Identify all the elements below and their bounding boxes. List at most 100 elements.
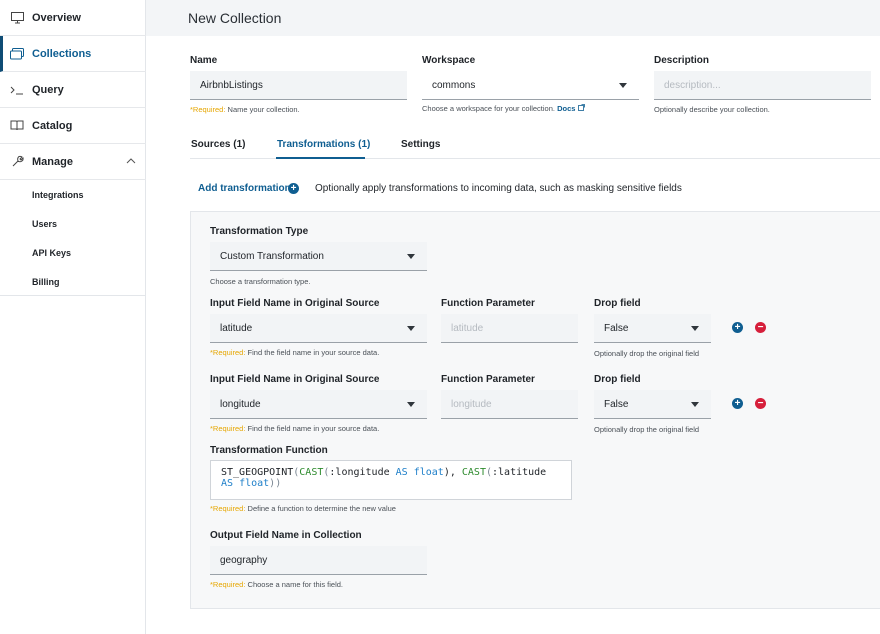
name-input[interactable]: AirbnbListings (190, 71, 407, 100)
code-token: ST_GEOGPOINT (221, 467, 294, 478)
output-field-help: *Required: Choose a name for this field. (210, 580, 343, 589)
remove-field-icon[interactable]: − (755, 322, 766, 333)
description-help: Optionally describe your collection. (654, 105, 770, 114)
description-placeholder: description... (664, 79, 721, 91)
caret-down-icon (691, 326, 699, 331)
caret-down-icon (407, 326, 415, 331)
output-field-input[interactable]: geography (210, 546, 427, 575)
input-field-select[interactable]: latitude (210, 314, 427, 343)
transformation-type-select[interactable]: Custom Transformation (210, 242, 427, 271)
drop-field-help-text: Optionally drop the original field (594, 425, 700, 434)
output-field-label: Output Field Name in Collection (210, 530, 362, 541)
function-parameter-label: Function Parameter (441, 298, 535, 309)
transformation-type-help: Choose a transformation type. (210, 277, 310, 286)
drop-field-select[interactable]: False (594, 314, 711, 343)
sidebar-item-label: Catalog (32, 119, 73, 132)
description-help-text: Optionally describe your collection. (654, 105, 770, 114)
code-token: ), (443, 467, 462, 478)
sidebar: Overview Collections Query Catalog Manag… (0, 0, 146, 634)
active-tab-indicator (276, 157, 365, 159)
input-field-help: *Required: Find the field name in your s… (210, 424, 379, 433)
transformation-function-editor[interactable]: ST_GEOGPOINT(CAST(:longitude AS float), … (210, 460, 572, 500)
sidebar-subitem-users[interactable]: Users (32, 219, 57, 229)
caret-down-icon (691, 402, 699, 407)
add-field-icon[interactable]: + (732, 398, 743, 409)
description-input[interactable]: description... (654, 71, 871, 100)
transformation-type-label: Transformation Type (210, 226, 309, 237)
code-token: :longitude (329, 467, 390, 478)
output-field-value: geography (220, 554, 268, 566)
drop-field-help: Optionally drop the original field (594, 349, 699, 358)
required-marker: *Required: (190, 105, 226, 114)
code-token: :latitude (492, 467, 547, 478)
code-token: )) (269, 478, 282, 489)
transformation-type-value: Custom Transformation (220, 250, 324, 262)
input-field-help: *Required: Find the field name in your s… (210, 348, 379, 357)
manage-submenu: Integrations Users API Keys Billing (0, 180, 146, 296)
workspace-help-text: Choose a workspace for your collection. (422, 104, 555, 113)
code-token: AS (221, 478, 240, 489)
transformation-type-help-text: Choose a transformation type. (210, 277, 311, 286)
add-circle-icon[interactable]: + (288, 183, 299, 194)
required-marker: *Required: (210, 580, 246, 589)
drop-field-help: Optionally drop the original field (594, 425, 699, 434)
function-parameter-value: longitude (451, 398, 492, 410)
input-field-label: Input Field Name in Original Source (210, 298, 380, 309)
transformation-function-help-text: Define a function to determine the new v… (247, 504, 396, 513)
sidebar-item-overview[interactable]: Overview (0, 0, 146, 36)
remove-field-icon[interactable]: − (755, 398, 766, 409)
input-field-select[interactable]: longitude (210, 390, 427, 419)
required-marker: *Required: (210, 504, 246, 513)
collections-icon (10, 47, 24, 61)
drop-field-value: False (604, 322, 629, 334)
add-transformation-link[interactable]: Add transformation (198, 183, 291, 194)
sidebar-item-collections[interactable]: Collections (0, 36, 146, 72)
name-label: Name (190, 55, 218, 66)
transformation-function-help: *Required: Define a function to determin… (210, 504, 396, 513)
code-token: CAST (299, 467, 324, 478)
terminal-icon (10, 83, 24, 97)
tab-transformations[interactable]: Transformations (1) (277, 139, 370, 150)
workspace-value: commons (432, 79, 476, 91)
page-title: New Collection (188, 10, 282, 26)
input-field-value: latitude (220, 322, 253, 334)
sidebar-item-label: Query (32, 83, 64, 96)
workspace-select[interactable]: commons (422, 71, 639, 100)
tab-sources[interactable]: Sources (1) (191, 139, 245, 150)
input-field-help-text: Find the field name in your source data. (247, 424, 380, 433)
transformation-function-label: Transformation Function (210, 445, 328, 456)
chevron-up-icon[interactable] (126, 155, 136, 167)
page-header: New Collection (146, 0, 880, 36)
code-token: AS (389, 467, 414, 478)
function-parameter-value: latitude (451, 322, 484, 334)
input-field-help-text: Find the field name in your source data. (247, 348, 380, 357)
code-token: CAST (461, 467, 486, 478)
sidebar-item-label: Manage (32, 155, 73, 168)
caret-down-icon (407, 402, 415, 407)
sidebar-item-query[interactable]: Query (0, 72, 146, 108)
sidebar-item-label: Collections (32, 47, 92, 60)
docs-link[interactable]: Docs (557, 104, 575, 113)
caret-down-icon (619, 83, 627, 88)
tab-settings[interactable]: Settings (401, 139, 440, 150)
sidebar-subitem-billing[interactable]: Billing (32, 277, 60, 287)
sidebar-item-catalog[interactable]: Catalog (0, 108, 146, 144)
name-value: AirbnbListings (200, 79, 263, 91)
drop-field-select[interactable]: False (594, 390, 711, 419)
sidebar-item-label: Overview (32, 11, 81, 24)
required-marker: *Required: (210, 424, 246, 433)
sidebar-subitem-api-keys[interactable]: API Keys (32, 248, 71, 258)
required-marker: *Required: (210, 348, 246, 357)
code-token: float (413, 467, 444, 478)
drop-field-value: False (604, 398, 629, 410)
input-field-value: longitude (220, 398, 261, 410)
sidebar-subitem-integrations[interactable]: Integrations (32, 190, 84, 200)
function-parameter-input[interactable]: longitude (441, 390, 578, 419)
add-field-icon[interactable]: + (732, 322, 743, 333)
function-parameter-input[interactable]: latitude (441, 314, 578, 343)
output-field-help-text: Choose a name for this field. (247, 580, 344, 589)
drop-field-help-text: Optionally drop the original field (594, 349, 700, 358)
caret-down-icon (407, 254, 415, 259)
sidebar-item-manage[interactable]: Manage (0, 144, 146, 180)
external-link-icon (577, 104, 585, 113)
